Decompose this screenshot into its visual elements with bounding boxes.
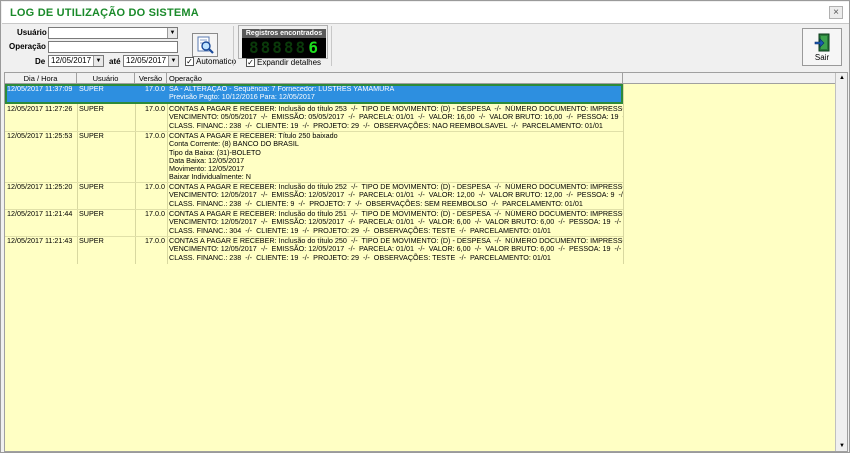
- operacao-label: Operação: [9, 42, 46, 51]
- expand-details-label: Expandir detalhes: [257, 58, 322, 67]
- de-date-picker[interactable]: 12/05/2017 ▼: [48, 55, 104, 67]
- row-user: SUPER: [79, 105, 104, 113]
- row-operation: CONTAS A PAGAR E RECEBER: Inclusão do tí…: [169, 210, 623, 235]
- row-user: SUPER: [79, 183, 104, 191]
- search-button[interactable]: [192, 33, 218, 57]
- table-row[interactable]: 12/05/2017 11:21:44 SUPER 17.0.0 CONTAS …: [5, 210, 623, 236]
- toolbar-divider: [233, 26, 234, 66]
- window-title: LOG DE UTILIZAÇÃO DO SISTEMA: [10, 7, 199, 19]
- chevron-down-icon[interactable]: ▼: [93, 56, 103, 66]
- magnifier-document-icon: [197, 36, 214, 54]
- row-version: 17.0.0: [145, 210, 165, 218]
- header-dia-hora[interactable]: Dia / Hora: [5, 73, 77, 84]
- exit-door-icon: [814, 33, 830, 52]
- sair-button[interactable]: Sair: [802, 28, 842, 66]
- sair-label: Sair: [814, 53, 830, 62]
- chevron-down-icon[interactable]: ▼: [167, 28, 177, 38]
- ate-label: até: [109, 57, 121, 66]
- scroll-up-arrow-icon[interactable]: ▲: [836, 73, 847, 83]
- operacao-input[interactable]: [48, 41, 178, 53]
- row-version: 17.0.0: [145, 183, 165, 191]
- header-versao[interactable]: Versão: [135, 73, 167, 84]
- log-window: LOG DE UTILIZAÇÃO DO SISTEMA × Usuário ▼…: [0, 0, 850, 453]
- selection-frame: [5, 84, 623, 104]
- row-date: 12/05/2017 11:25:53: [7, 132, 73, 140]
- row-version: 17.0.0: [145, 105, 165, 113]
- header-usuario[interactable]: Usuário: [77, 73, 135, 84]
- row-date: 12/05/2017 11:25:20: [7, 183, 73, 191]
- usuario-label: Usuário: [17, 28, 47, 37]
- chevron-down-icon[interactable]: ▼: [168, 56, 178, 66]
- ate-date-picker[interactable]: 12/05/2017 ▼: [123, 55, 179, 67]
- filter-toolbar: Usuário ▼ Operação De 12/05/2017 ▼ até 1…: [2, 24, 849, 70]
- row-operation: CONTAS A PAGAR E RECEBER: Inclusão do tí…: [169, 237, 623, 262]
- row-version: 17.0.0: [145, 132, 165, 140]
- row-operation: CONTAS A PAGAR E RECEBER: Título 250 bai…: [169, 132, 338, 182]
- row-operation: CONTAS A PAGAR E RECEBER: Inclusão do tí…: [169, 105, 623, 130]
- column-divider: [623, 84, 624, 264]
- row-user: SUPER: [79, 132, 104, 140]
- usuario-select[interactable]: ▼: [48, 27, 178, 39]
- vertical-scrollbar[interactable]: ▲ ▼: [835, 73, 847, 451]
- table-row[interactable]: 12/05/2017 11:21:43 SUPER 17.0.0 CONTAS …: [5, 237, 623, 263]
- toolbar-divider: [331, 26, 332, 66]
- row-date: 12/05/2017 11:21:43: [7, 237, 73, 245]
- row-operation: CONTAS A PAGAR E RECEBER: Inclusão do tí…: [169, 183, 623, 208]
- table-row[interactable]: 12/05/2017 11:25:53 SUPER 17.0.0 CONTAS …: [5, 132, 623, 182]
- row-user: SUPER: [79, 210, 104, 218]
- table-row[interactable]: 12/05/2017 11:25:20 SUPER 17.0.0 CONTAS …: [5, 183, 623, 209]
- row-version: 17.0.0: [145, 237, 165, 245]
- header-operacao[interactable]: Operação: [167, 73, 623, 84]
- automatico-checkbox[interactable]: ✓: [185, 57, 194, 66]
- log-grid[interactable]: Dia / Hora Usuário Versão Operação 12/05…: [4, 72, 848, 452]
- expand-details-checkbox[interactable]: ✓: [246, 58, 255, 67]
- close-button[interactable]: ×: [829, 6, 843, 19]
- table-row[interactable]: 12/05/2017 11:27:26 SUPER 17.0.0 CONTAS …: [5, 105, 623, 131]
- de-label: De: [35, 57, 46, 66]
- row-date: 12/05/2017 11:27:26: [7, 105, 73, 113]
- records-counter-label: Registros encontrados: [242, 29, 326, 38]
- automatico-label: Automatico: [196, 57, 237, 66]
- scroll-down-arrow-icon[interactable]: ▼: [836, 441, 847, 451]
- records-counter: Registros encontrados 88888 6: [238, 25, 328, 59]
- row-user: SUPER: [79, 237, 104, 245]
- records-counter-display: 88888 6: [242, 38, 326, 58]
- lcd-ghost-digits: 88888: [249, 38, 308, 57]
- grid-header: Dia / Hora Usuário Versão Operação: [5, 73, 836, 84]
- title-bar: LOG DE UTILIZAÇÃO DO SISTEMA ×: [2, 2, 849, 24]
- records-count: 6: [308, 38, 320, 57]
- row-date: 12/05/2017 11:21:44: [7, 210, 73, 218]
